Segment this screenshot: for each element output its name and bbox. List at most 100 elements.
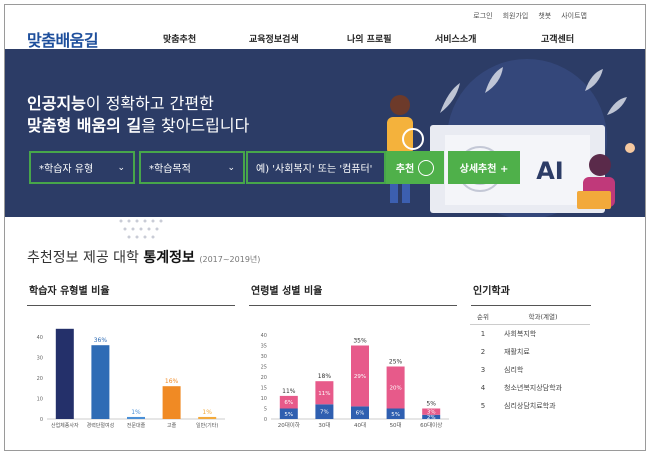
learner-type-select[interactable]: *학습자 유형 ⌄ [29,151,135,184]
header-dept: 학과(계열) [528,312,558,321]
segment-label: 7% [320,410,329,416]
segment-label: 3% [427,410,436,416]
y-tick-label: 0 [40,417,43,423]
rank-number: 2 [480,348,486,356]
y-tick-label: 5 [264,407,267,413]
detail-recommend-button[interactable]: 상세추천 + [448,151,520,184]
y-tick-label: 10 [261,396,267,402]
bar [127,416,145,419]
learner-type-section-title: 학습자 유형별 비율 [29,286,110,297]
headline-line1-bold: 인공지능 [27,94,86,113]
hero-banner: AI 인공지능이 정확하고 간편한 맞춤형 배움의 길을 찾아드립니다 *학습자… [5,49,645,217]
segment-label: 6% [284,400,293,406]
utility-links: 로그인 회원가입 챗봇 사이트맵 [473,11,587,21]
headline-line1-rest: 이 정확하고 간편한 [85,94,214,113]
learning-purpose-select[interactable]: *학습목적 ⌄ [139,151,245,184]
learning-purpose-value: *학습목적 [149,164,191,175]
total-label: 25% [389,359,403,366]
login-link[interactable]: 로그인 [473,11,492,21]
nav-item-recommend[interactable]: 맞춤추천 [163,32,196,45]
y-tick-label: 10 [37,397,43,403]
bar [198,416,217,419]
headline-line2-rest: 을 찾아드립니다 [141,116,250,135]
y-tick-label: 15 [261,386,267,392]
x-tick-label: 경력단절여성 [87,422,115,429]
section-divider [27,305,235,306]
y-tick-label: 40 [261,333,267,339]
x-tick-label: 고졸 [167,423,177,429]
keyword-input[interactable]: 예) '사회복지' 또는 '컴퓨터' [246,151,386,184]
data-label: 1% [131,409,141,416]
x-tick-label: 50대 [390,421,402,429]
bar [91,345,110,419]
header-rank: 순위 [477,312,489,321]
table-header: 순위 학과(계열) [470,307,590,325]
x-tick-label: 20대이하 [278,421,300,429]
recommend-button-label: 추천 [395,164,415,175]
bar [162,386,181,419]
segment-label: 29% [354,374,366,380]
age-gender-chart: 0 5 10 15 20 25 30 35 40 5% 6% 11% 20대이하 7% 11% 18% 30대 6… [261,333,449,429]
data-label: 44% [58,327,72,328]
x-tick-label: 산업체종사자 [51,422,79,429]
table-row[interactable]: 3 심리학 [470,361,590,379]
x-tick-label: 30대 [318,421,330,429]
total-label: 5% [426,401,436,408]
table-row[interactable]: 2 재활치료 [470,343,590,361]
data-label: 36% [94,337,108,344]
dept-name: 심리학 [504,366,524,374]
table-row[interactable]: 5 심리상담치료학과 [470,397,590,415]
segment-label: 6% [356,411,365,417]
dept-name: 심리상담치료학과 [504,402,556,410]
segment-label: 11% [318,391,330,397]
learner-type-chart: 0 10 20 30 40 44% 산업체종사자 36% 경력단절여성 1% 전문대졸 16% 고졸 1%… [37,327,225,429]
x-tick-label: 일반(기타) [196,422,218,429]
nav-item-search[interactable]: 교육정보검색 [249,32,299,45]
segment-label: 5% [391,412,400,418]
y-tick-label: 35 [261,344,267,350]
chevron-down-icon: ⌄ [227,162,235,173]
sitemap-link[interactable]: 사이트맵 [561,11,587,21]
nav-item-support[interactable]: 고객센터 [541,32,574,45]
table-row[interactable]: 4 청소년복지상담학과 [470,379,590,397]
total-label: 11% [282,388,296,395]
total-label: 18% [318,373,332,380]
chatbot-link[interactable]: 챗봇 [538,11,551,21]
rank-number: 3 [480,366,486,374]
y-tick-label: 20 [37,376,43,382]
nav-item-service[interactable]: 서비스소개 [435,32,476,45]
statistics-title-prefix: 추천정보 제공 대학 [27,250,144,266]
age-gender-section-title: 연령별 성별 비율 [251,286,323,297]
y-tick-label: 20 [261,375,267,381]
main-nav: 맞춤추천 교육정보검색 나의 프로필 서비스소개 고객센터 [5,32,645,46]
popular-dept-table: 순위 학과(계열) 1 사회복지학 2 재활치료 3 심리학 4 청소년복지상담… [470,307,590,415]
dept-name: 청소년복지상담학과 [504,384,562,392]
signup-link[interactable]: 회원가입 [503,11,529,21]
screen-ai-text: AI [536,157,564,185]
data-label: 1% [202,409,212,416]
rank-number: 5 [480,402,486,410]
chevron-down-icon: ⌄ [117,162,125,173]
statistics-period: (2017~2019년) [199,255,261,264]
statistics-title-bold: 통계정보 [143,250,195,266]
page-frame: 로그인 회원가입 챗봇 사이트맵 맞춤배움길 맞춤추천 교육정보검색 나의 프로… [4,4,646,451]
total-label: 35% [353,338,367,345]
recommend-button[interactable]: 추천 [386,151,444,184]
x-tick-label: 40대 [354,421,366,429]
bar [55,328,74,419]
headline-line2-bold: 맞춤형 배움의 길 [27,116,142,135]
y-tick-label: 40 [37,335,43,341]
dept-name: 재활치료 [504,348,530,356]
x-tick-label: 전문대졸 [127,422,146,429]
statistics-title: 추천정보 제공 대학 통계정보 (2017~2019년) [27,247,260,267]
dept-name: 사회복지학 [504,330,537,338]
learner-type-value: *학습자 유형 [39,164,94,175]
rank-number: 1 [480,330,486,338]
table-row[interactable]: 1 사회복지학 [470,325,590,343]
y-tick-label: 30 [261,354,267,360]
nav-item-profile[interactable]: 나의 프로필 [347,32,392,45]
data-label: 16% [165,378,179,385]
ai-badge-icon [418,159,435,176]
banner-illustration: AI [387,67,635,213]
segment-label: 5% [284,412,293,418]
